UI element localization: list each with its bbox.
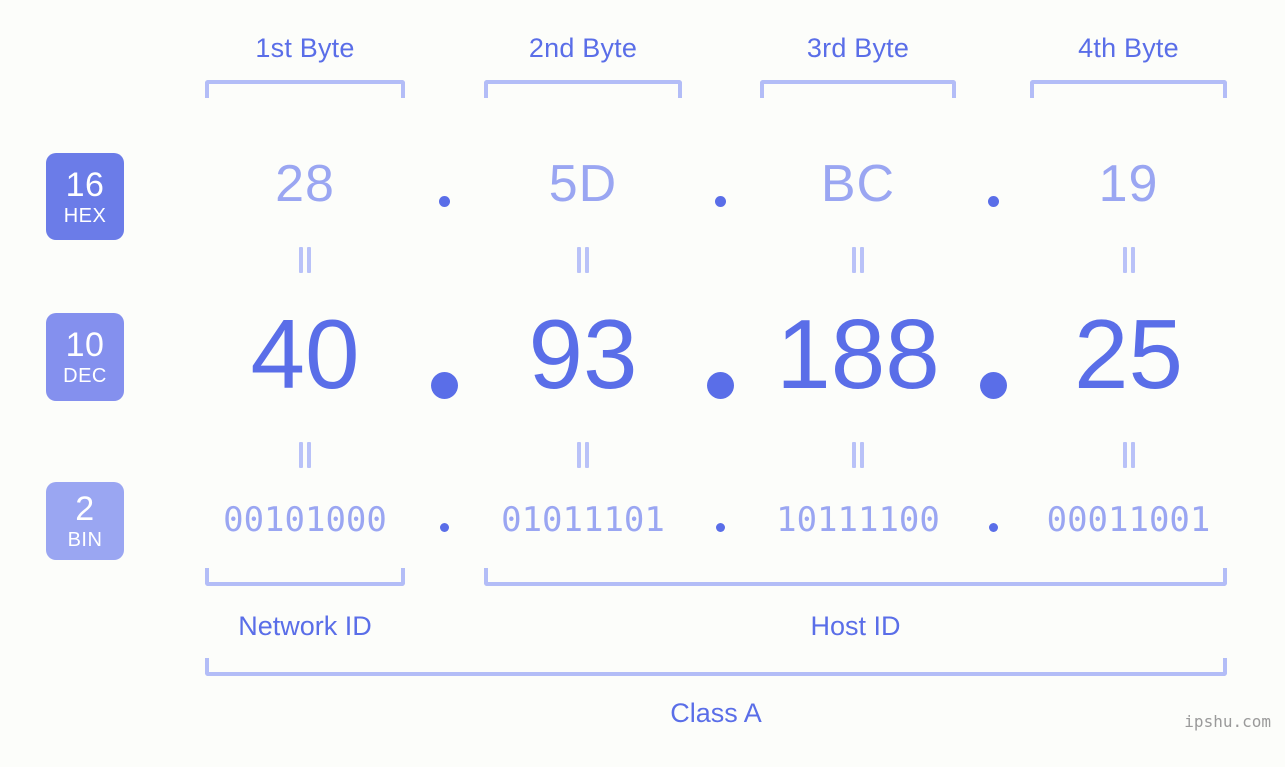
equals-mark-hex-dec-3 bbox=[851, 247, 865, 273]
binary-separator-dot-3 bbox=[988, 523, 998, 532]
binary-byte-1: 00101000 bbox=[223, 500, 387, 540]
byte-bracket-1 bbox=[205, 80, 405, 98]
binary-byte-3: 10111100 bbox=[776, 500, 940, 540]
hex-byte-2: 5D bbox=[548, 155, 618, 213]
base-badge-bin-name: BIN bbox=[67, 529, 103, 551]
decimal-byte-1: 40 bbox=[250, 299, 360, 409]
byte-bracket-4 bbox=[1030, 80, 1227, 98]
binary-byte-2: 01011101 bbox=[501, 500, 665, 540]
equals-mark-dec-bin-4 bbox=[1122, 442, 1136, 468]
equals-mark-dec-bin-1 bbox=[298, 442, 312, 468]
byte-header-3: 3rd Byte bbox=[806, 33, 910, 63]
class-bracket bbox=[205, 658, 1227, 676]
binary-separator-dot-1 bbox=[439, 523, 449, 532]
hex-byte-1: 28 bbox=[275, 155, 335, 213]
base-badge-hex: 16 HEX bbox=[46, 153, 124, 240]
binary-byte-4: 00011001 bbox=[1046, 500, 1211, 540]
hex-byte-3: BC bbox=[820, 155, 896, 213]
host-id-label: Host ID bbox=[810, 611, 901, 641]
hex-separator-dot-3 bbox=[987, 196, 999, 207]
byte-header-1: 1st Byte bbox=[255, 33, 355, 63]
base-badge-bin: 2 BIN bbox=[46, 482, 124, 560]
hex-separator-dot-1 bbox=[438, 196, 450, 207]
equals-mark-hex-dec-2 bbox=[576, 247, 590, 273]
binary-separator-dot-2 bbox=[716, 523, 725, 532]
equals-mark-hex-dec-4 bbox=[1122, 247, 1136, 273]
base-badge-dec-name: DEC bbox=[63, 365, 107, 387]
equals-mark-hex-dec-1 bbox=[298, 247, 312, 273]
base-badge-dec-number: 10 bbox=[65, 326, 105, 364]
network-id-bracket bbox=[205, 568, 405, 586]
decimal-byte-3: 188 bbox=[776, 299, 940, 409]
equals-mark-dec-bin-2 bbox=[576, 442, 590, 468]
class-label: Class A bbox=[670, 698, 762, 728]
host-id-bracket bbox=[484, 568, 1227, 586]
decimal-separator-dot-1 bbox=[430, 372, 458, 399]
base-badge-hex-number: 16 bbox=[65, 165, 105, 204]
decimal-separator-dot-2 bbox=[707, 372, 734, 399]
byte-bracket-3 bbox=[760, 80, 956, 98]
decimal-separator-dot-3 bbox=[979, 372, 1007, 399]
hex-byte-4: 19 bbox=[1098, 155, 1159, 213]
base-badge-hex-name: HEX bbox=[63, 204, 107, 227]
decimal-byte-4: 25 bbox=[1073, 299, 1183, 409]
base-badge-bin-number: 2 bbox=[75, 490, 95, 528]
ip-address-breakdown-diagram: 1st Byte 2nd Byte 3rd Byte 4th Byte 16 H… bbox=[0, 0, 1285, 767]
byte-header-2: 2nd Byte bbox=[528, 33, 638, 63]
base-badge-dec: 10 DEC bbox=[46, 313, 124, 401]
equals-mark-dec-bin-3 bbox=[851, 442, 865, 468]
site-watermark: ipshu.com bbox=[1184, 712, 1271, 731]
hex-separator-dot-2 bbox=[715, 196, 726, 207]
byte-header-4: 4th Byte bbox=[1078, 33, 1179, 63]
network-id-label: Network ID bbox=[238, 611, 372, 641]
byte-bracket-2 bbox=[484, 80, 682, 98]
decimal-byte-2: 93 bbox=[528, 299, 638, 409]
